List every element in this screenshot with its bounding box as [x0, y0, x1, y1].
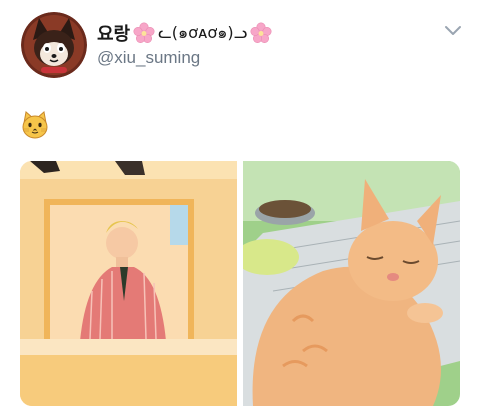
sleeping-cat-photo-icon [243, 161, 460, 406]
media-photo-1[interactable] [20, 161, 237, 406]
cherry-blossom-icon [250, 22, 272, 44]
person-photo-icon [20, 161, 237, 406]
tweet-text [20, 110, 50, 140]
cat-face-icon [22, 111, 48, 139]
tweet-header: 요랑 ᓚ(๑ơᴀơ๑)ᓗ @xiu_suming [0, 0, 480, 86]
author-name-text: 요랑 [97, 24, 131, 45]
author-name-kaomoji: ᓚ(๑ơᴀơ๑)ᓗ [158, 22, 248, 42]
tweet-media[interactable] [20, 161, 460, 406]
cartoon-cat-avatar-icon [21, 12, 87, 78]
author-name[interactable]: 요랑 ᓚ(๑ơᴀơ๑)ᓗ [97, 19, 272, 47]
media-photo-2[interactable] [243, 161, 460, 406]
author-handle[interactable]: @xiu_suming [97, 48, 200, 68]
avatar[interactable] [21, 12, 87, 78]
cherry-blossom-icon [133, 22, 155, 44]
chevron-down-icon[interactable] [443, 24, 463, 38]
